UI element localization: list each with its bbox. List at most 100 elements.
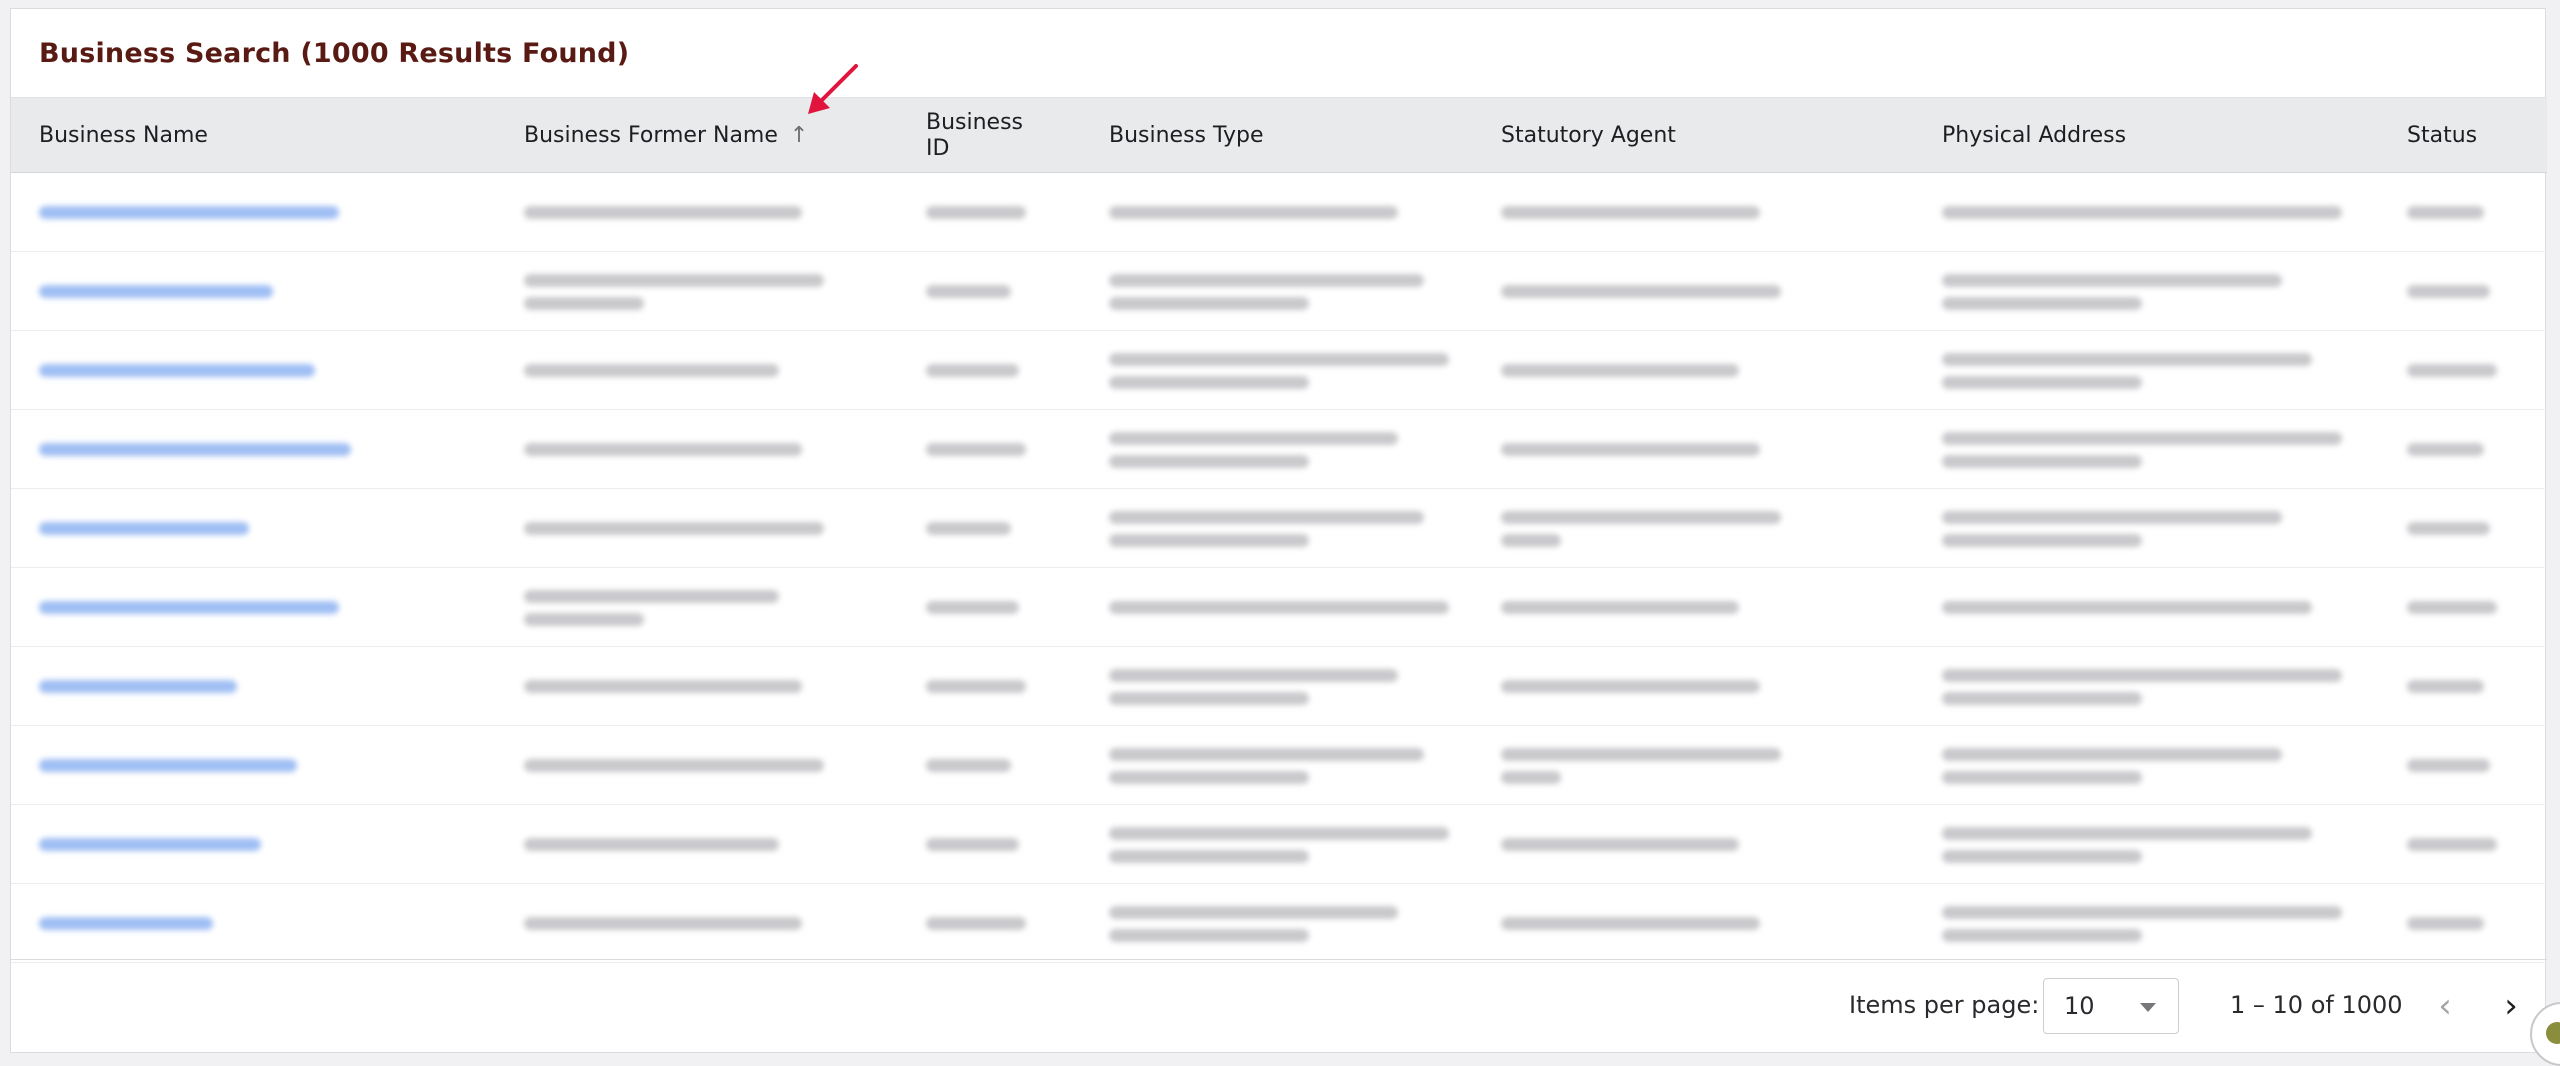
redacted-text [1109,206,1398,219]
redacted-text [926,364,1019,377]
table-cell-redacted [926,331,1019,410]
table-cell-redacted[interactable] [39,410,351,489]
table-row[interactable] [11,805,2547,884]
table-cell-redacted [1109,252,1424,331]
redacted-text [2407,838,2497,851]
table-cell-redacted[interactable] [39,726,297,805]
table-row[interactable] [11,884,2547,963]
column-header-business-id[interactable]: Business ID [926,98,1046,173]
items-per-page-value: 10 [2064,992,2095,1020]
redacted-text [1501,364,1739,377]
table-row[interactable] [11,489,2547,568]
redacted-text [524,273,824,287]
table-cell-redacted [524,489,824,568]
redacted-text [2407,917,2484,930]
column-header-statutory-agent[interactable]: Statutory Agent [1501,98,1676,173]
previous-page-button[interactable]: ‹ [2423,984,2467,1028]
redacted-text [1501,917,1760,930]
table-cell-redacted [524,252,824,331]
table-row[interactable] [11,252,2547,331]
redacted-text [926,601,1019,614]
table-cell-redacted [926,726,1011,805]
redacted-text [1942,691,2142,705]
table-cell-redacted [1109,173,1398,252]
items-per-page-select[interactable]: 10 [2043,978,2179,1034]
redacted-text [524,206,802,219]
redacted-text [926,285,1011,298]
table-cell-redacted [1942,726,2282,805]
next-page-button[interactable]: › [2489,984,2533,1028]
table-cell-redacted[interactable] [39,489,249,568]
column-header-business-former-name[interactable]: Business Former Name ↑ [524,98,808,173]
table-cell-redacted[interactable] [39,173,339,252]
table-cell-redacted [1501,410,1760,489]
table-cell-redacted [1942,173,2342,252]
table-cell-redacted [1109,568,1449,647]
table-row[interactable] [11,647,2547,726]
redacted-text [1942,770,2142,784]
table-cell-redacted [926,647,1026,726]
table-cell-redacted [2407,173,2484,252]
table-row[interactable] [11,568,2547,647]
redacted-text [39,285,273,298]
table-row[interactable] [11,726,2547,805]
redacted-text [524,443,802,456]
column-header-status[interactable]: Status [2407,98,2477,173]
redacted-text [1109,352,1449,366]
redacted-text [1109,510,1424,524]
redacted-text [1109,905,1398,919]
column-header-business-name[interactable]: Business Name [39,98,208,173]
table-cell-redacted [2407,252,2490,331]
results-title: Business Search (1000 Results Found) [39,37,630,69]
table-row[interactable] [11,410,2547,489]
redacted-text [1109,826,1449,840]
table-cell-redacted[interactable] [39,568,339,647]
redacted-text [1109,849,1309,863]
table-cell-redacted [524,884,802,963]
chevron-right-icon: › [2504,986,2518,1026]
redacted-text [1501,770,1561,784]
redacted-text [39,601,339,614]
redacted-text [1942,849,2142,863]
redacted-text [926,917,1026,930]
redacted-text [1942,668,2342,682]
table-cell-redacted [2407,410,2484,489]
redacted-text [2407,364,2497,377]
page-range-label: 1 – 10 of 1000 [2230,991,2403,1019]
table-cell-redacted[interactable] [39,252,273,331]
table-cell-redacted [1501,884,1760,963]
table-row[interactable] [11,173,2547,252]
table-cell-redacted [2407,805,2497,884]
redacted-text [1501,510,1781,524]
table-cell-redacted [524,647,802,726]
redacted-text [2407,522,2490,535]
redacted-text [2407,443,2484,456]
chevron-left-icon: ‹ [2438,986,2452,1026]
redacted-text [926,206,1026,219]
redacted-text [1501,285,1781,298]
redacted-text [926,522,1011,535]
redacted-text [39,838,261,851]
redacted-text [1942,454,2142,468]
table-cell-redacted[interactable] [39,805,261,884]
redacted-text [2407,601,2497,614]
redacted-text [2407,206,2484,219]
redacted-text [1501,443,1760,456]
redacted-text [1501,533,1561,547]
table-cell-redacted [926,252,1011,331]
table-cell-redacted [1109,410,1398,489]
redacted-text [39,443,351,456]
table-cell-redacted [1109,805,1449,884]
table-cell-redacted[interactable] [39,331,315,410]
column-header-business-type[interactable]: Business Type [1109,98,1264,173]
table-row[interactable] [11,331,2547,410]
table-cell-redacted[interactable] [39,647,237,726]
table-cell-redacted [926,805,1019,884]
redacted-text [39,759,297,772]
table-cell-redacted [1501,647,1760,726]
column-header-physical-address[interactable]: Physical Address [1942,98,2126,173]
table-cell-redacted [2407,726,2490,805]
redacted-text [926,838,1019,851]
redacted-text [524,759,824,772]
table-cell-redacted[interactable] [39,884,213,963]
